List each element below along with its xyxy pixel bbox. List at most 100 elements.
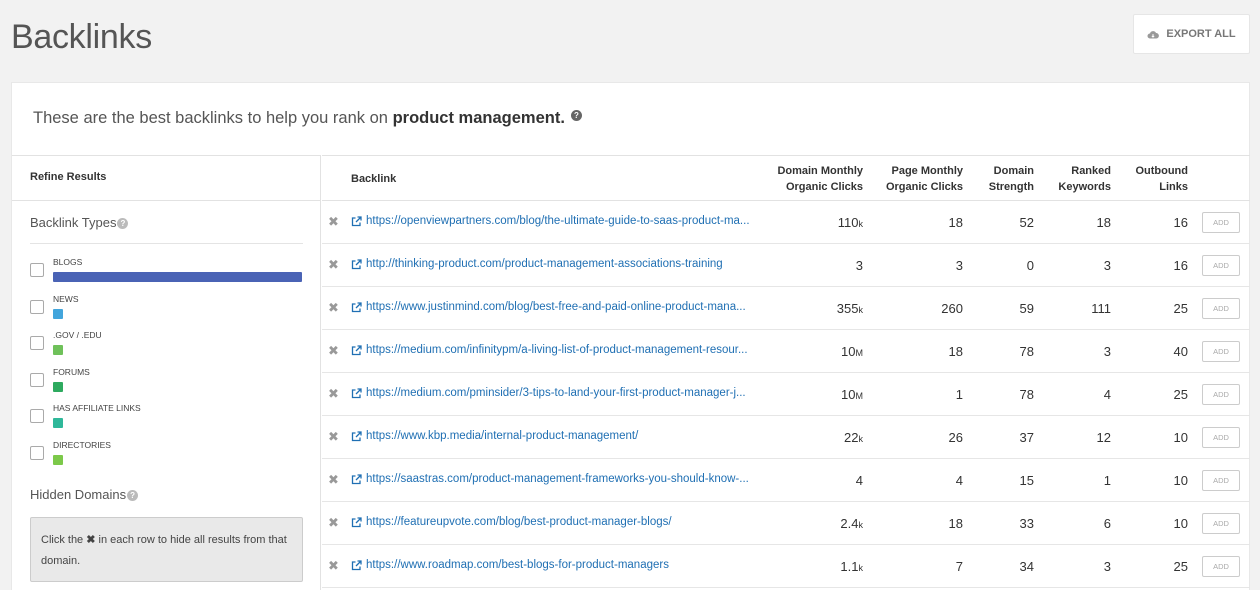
cell-value: 59 [1019,301,1034,316]
backlink-url[interactable]: https://medium.com/infinitypm/a-living-l… [366,344,748,356]
table-row: ✖ https://featureupvote.com/blog/best-pro… [322,502,1250,545]
cell-value: 18 [948,344,963,359]
filter-row[interactable]: NEWS [30,294,303,322]
backlink-url[interactable]: https://medium.com/pminsider/3-tips-to-l… [366,387,746,399]
domain-strength-cell: 33 [1020,516,1034,531]
filter-checkbox[interactable] [30,445,44,460]
hide-domain-icon[interactable]: ✖ [328,430,339,444]
cell-value: 1 [1103,473,1111,488]
backlink-url[interactable]: https://www.justinmind.com/blog/best-fre… [366,301,746,313]
backlink-url[interactable]: https://featureupvote.com/blog/best-prod… [366,516,672,528]
cell-value: 40 [1173,344,1188,359]
cell-value: 10 [841,387,856,402]
cell-unit: k [858,305,864,315]
cell-value: 37 [1019,430,1034,445]
cell-value: 18 [948,215,963,230]
domain-clicks-cell: 355k [837,301,863,316]
filter-checkbox[interactable] [30,299,44,314]
filter-row[interactable]: BLOGS [30,257,303,285]
cell-unit: k [858,219,864,229]
external-link-icon[interactable] [351,517,362,528]
hide-domain-icon[interactable]: ✖ [328,215,339,229]
cell-value: 3 [955,258,963,273]
backlink-column-header[interactable]: Backlink [351,171,396,187]
add-button[interactable]: ADD [1202,556,1240,577]
cell-unit: k [858,434,864,444]
backlink-url[interactable]: https://openviewpartners.com/blog/the-ul… [366,215,750,227]
cell-value: 3 [1103,258,1111,273]
filter-row[interactable]: FORUMS [30,367,303,395]
outbound-links-column-header[interactable]: Outbound Links [1135,163,1188,195]
page-clicks-column-header[interactable]: Page Monthly Organic Clicks [886,163,963,195]
backlink-url[interactable]: https://www.kbp.media/internal-product-m… [366,430,638,442]
filter-row[interactable]: .GOV / .EDU [30,330,303,358]
external-link-icon[interactable] [351,431,362,442]
export-all-button[interactable]: EXPORT ALL [1133,14,1250,54]
filter-checkbox[interactable] [30,372,44,387]
add-button[interactable]: ADD [1202,470,1240,491]
external-link-icon[interactable] [351,302,362,313]
ranked-keywords-column-header[interactable]: Ranked Keywords [1058,163,1111,195]
domain-clicks-column-header[interactable]: Domain Monthly Organic Clicks [777,163,863,195]
backlink-url[interactable]: https://saastras.com/product-management-… [366,473,749,485]
backlink-types-help-icon[interactable]: ? [117,218,129,229]
domain-strength-cell: 15 [1020,473,1034,488]
hide-domain-icon[interactable]: ✖ [328,559,339,573]
backlink-url[interactable]: https://www.roadmap.com/best-blogs-for-p… [366,559,669,571]
external-link-icon[interactable] [351,216,362,227]
add-button[interactable]: ADD [1202,255,1240,276]
hide-domain-icon[interactable]: ✖ [328,516,339,530]
domain-strength-column-header[interactable]: Domain Strength [989,163,1034,195]
outbound-links-cell: 16 [1174,258,1188,273]
outbound-links-cell: 16 [1174,215,1188,230]
filter-share-bar [53,381,63,392]
domain-strength-cell: 37 [1020,430,1034,445]
hide-domain-icon[interactable]: ✖ [328,473,339,487]
add-button[interactable]: ADD [1202,212,1240,233]
header-line: Domain Monthly [777,165,863,177]
cell-unit: k [858,520,864,530]
add-button[interactable]: ADD [1202,384,1240,405]
add-button[interactable]: ADD [1202,513,1240,534]
domain-strength-cell: 78 [1020,344,1034,359]
page-clicks-cell: 260 [941,301,963,316]
header-line: Domain [993,165,1034,177]
cloud-download-icon [1147,30,1160,38]
hidden-domains-help-icon[interactable]: ? [127,490,139,501]
hide-domain-icon[interactable]: ✖ [328,344,339,358]
filter-row[interactable]: DIRECTORIES [30,440,303,468]
hide-domain-icon[interactable]: ✖ [328,387,339,401]
intro-text: These are the best backlinks to help you… [33,109,582,128]
ranked-keywords-cell: 3 [1104,258,1111,273]
external-link-icon[interactable] [351,560,362,571]
filter-row[interactable]: HAS AFFILIATE LINKS [30,403,303,431]
domain-clicks-cell: 1.1k [840,559,863,574]
add-button[interactable]: ADD [1202,341,1240,362]
filter-checkbox[interactable] [30,336,44,350]
cell-value: 10 [1173,430,1188,445]
external-link-icon[interactable] [351,259,362,270]
hide-domain-icon[interactable]: ✖ [328,258,339,272]
backlink-types-label: Backlink Types [30,215,117,230]
cell-value: 12 [1096,430,1111,445]
domain-strength-cell: 0 [1027,258,1034,273]
external-link-icon[interactable] [351,388,362,399]
external-link-icon[interactable] [351,345,362,356]
external-link-icon[interactable] [351,474,362,485]
help-icon[interactable]: ? [570,110,582,121]
intro-keyword: product management. [392,109,565,127]
filter-checkbox[interactable] [30,263,44,277]
table-row: ✖ https://www.kbp.media/internal-product-… [322,416,1250,459]
hide-domain-icon[interactable]: ✖ [328,301,339,315]
refine-sidebar: Refine Results Backlink Types? BLOGS NEWS… [12,155,321,590]
ranked-keywords-cell: 6 [1104,516,1111,531]
cell-value: 10 [1173,516,1188,531]
filter-share-bar [53,418,63,428]
cell-value: 18 [948,516,963,531]
filter-share-bar [53,454,63,465]
backlink-url[interactable]: http://thinking-product.com/product-mana… [366,258,723,270]
add-button[interactable]: ADD [1202,427,1240,448]
filter-checkbox[interactable] [30,409,44,423]
add-button[interactable]: ADD [1202,298,1240,319]
close-icon: ✖ [86,534,96,546]
